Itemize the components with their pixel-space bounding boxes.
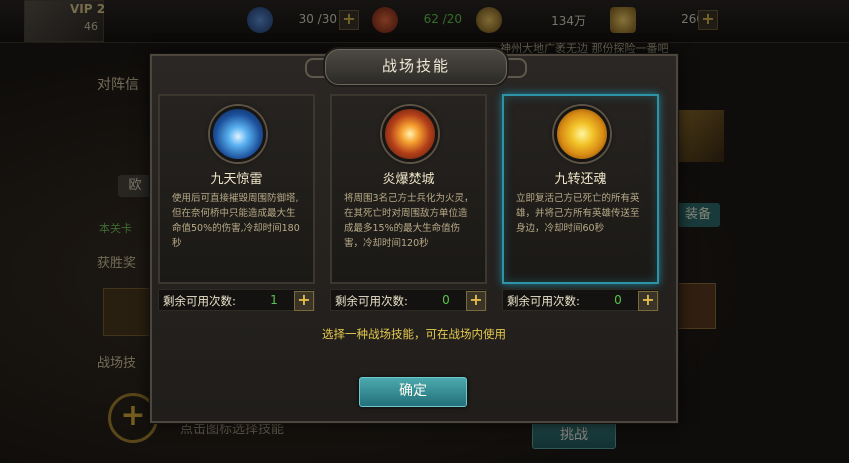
selection-instruction: 选择一种战场技能，可在战场内使用 bbox=[322, 327, 506, 341]
remaining-uses-value: 1 bbox=[270, 293, 278, 307]
skill-card-thunder[interactable]: 九天惊雷 使用后可直接摧毁周围防御塔,但在奈何桥中只能造成最大生命值50%的伤害… bbox=[158, 94, 315, 284]
fire-explosion-icon bbox=[382, 106, 438, 162]
remaining-uses-fire: 剩余可用次数: 0 + bbox=[330, 289, 487, 311]
add-uses-button[interactable]: + bbox=[466, 291, 486, 311]
revive-icon bbox=[554, 106, 610, 162]
skill-card-fire[interactable]: 炎爆焚城 将周围3名己方士兵化为火灵，在其死亡时对周围敌方单位造成最多15%的最… bbox=[330, 94, 487, 284]
remaining-uses-value: 0 bbox=[442, 293, 450, 307]
skill-name: 九转还魂 bbox=[554, 172, 607, 187]
remaining-uses-label: 剩余可用次数: bbox=[163, 294, 236, 308]
remaining-uses-value: 0 bbox=[614, 293, 622, 307]
remaining-uses-label: 剩余可用次数: bbox=[335, 294, 408, 308]
remaining-uses-label: 剩余可用次数: bbox=[507, 294, 580, 308]
skill-description: 使用后可直接摧毁周围防御塔,但在奈何桥中只能造成最大生命值50%的伤害,冷却时间… bbox=[172, 193, 300, 249]
remaining-uses-thunder: 剩余可用次数: 1 + bbox=[158, 289, 315, 311]
skill-description: 立即复活己方已死亡的所有英雄，并将己方所有英雄传送至身边，冷却时间60秒 bbox=[516, 193, 640, 234]
confirm-button[interactable]: 确定 bbox=[359, 377, 467, 407]
skill-description: 将周围3名己方士兵化为火灵，在其死亡时对周围敌方单位造成最多15%的最大生命值伤… bbox=[344, 193, 474, 249]
add-uses-button[interactable]: + bbox=[638, 291, 658, 311]
skill-name: 炎爆焚城 bbox=[382, 172, 435, 187]
remaining-uses-revive: 剩余可用次数: 0 + bbox=[502, 289, 659, 311]
skill-card-revive[interactable]: 九转还魂 立即复活己方已死亡的所有英雄，并将己方所有英雄传送至身边，冷却时间60… bbox=[502, 94, 659, 284]
skill-name: 九天惊雷 bbox=[210, 172, 263, 187]
dialog-title: 战场技能 bbox=[381, 57, 450, 75]
add-uses-button[interactable]: + bbox=[294, 291, 314, 311]
dialog-title-plate: 战场技能 bbox=[325, 49, 507, 85]
thunder-icon bbox=[210, 106, 266, 162]
